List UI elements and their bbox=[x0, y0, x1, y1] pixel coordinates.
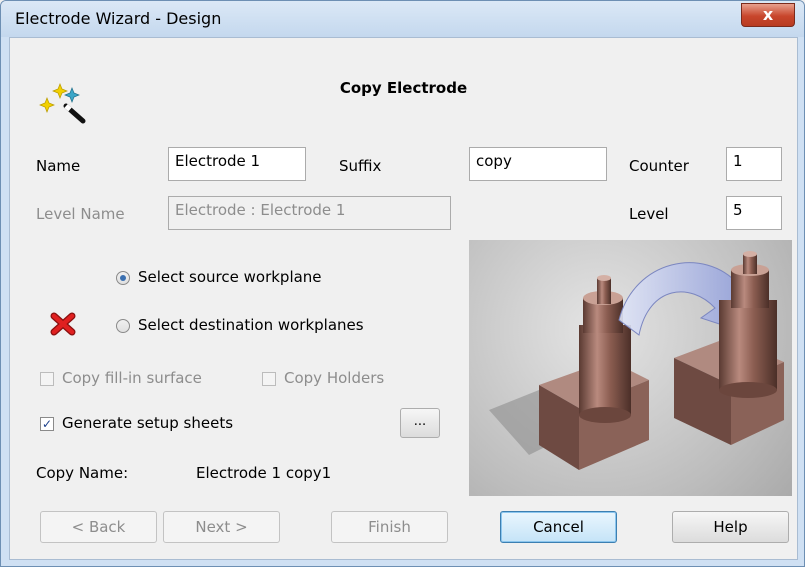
next-button[interactable]: Next > bbox=[163, 511, 280, 543]
destination-workplanes-label[interactable]: Select destination workplanes bbox=[138, 316, 364, 334]
generate-setup-sheets-label[interactable]: Generate setup sheets bbox=[62, 414, 233, 432]
level-field[interactable]: 5 bbox=[726, 196, 782, 230]
close-button[interactable]: x bbox=[741, 3, 795, 27]
copy-fill-in-surface-label: Copy fill-in surface bbox=[62, 369, 202, 387]
copy-name-label: Copy Name: bbox=[36, 464, 129, 482]
copy-holders-label: Copy Holders bbox=[284, 369, 385, 387]
copy-holders-checkbox[interactable] bbox=[262, 372, 276, 386]
help-button[interactable]: Help bbox=[672, 511, 789, 543]
suffix-field[interactable]: copy bbox=[469, 147, 607, 181]
page-title: Copy Electrode bbox=[339, 79, 468, 97]
generate-setup-sheets-checkbox[interactable]: ✓ bbox=[40, 417, 54, 431]
source-workplane-radio[interactable] bbox=[116, 271, 130, 285]
dialog-body: Copy Electrode Name Electrode 1 Suffix c… bbox=[9, 37, 798, 560]
finish-button[interactable]: Finish bbox=[331, 511, 448, 543]
title-bar[interactable]: Electrode Wizard - Design x bbox=[1, 1, 804, 37]
electrode-preview-image bbox=[469, 240, 792, 496]
counter-label: Counter bbox=[629, 157, 689, 175]
copy-fill-in-surface-checkbox[interactable] bbox=[40, 372, 54, 386]
level-label: Level bbox=[629, 205, 669, 223]
level-name-label: Level Name bbox=[36, 205, 125, 223]
suffix-label: Suffix bbox=[339, 157, 382, 175]
counter-field[interactable]: 1 bbox=[726, 147, 782, 181]
copy-name-value: Electrode 1 copy1 bbox=[196, 464, 332, 482]
back-button[interactable]: < Back bbox=[40, 511, 157, 543]
source-workplane-label[interactable]: Select source workplane bbox=[138, 268, 322, 286]
destination-workplanes-radio[interactable] bbox=[116, 319, 130, 333]
name-label: Name bbox=[36, 157, 81, 175]
error-x-icon bbox=[50, 312, 76, 336]
window-title: Electrode Wizard - Design bbox=[15, 9, 222, 28]
dialog-window: Electrode Wizard - Design x Copy Electro… bbox=[0, 0, 805, 567]
cancel-button[interactable]: Cancel bbox=[500, 511, 617, 543]
name-field[interactable]: Electrode 1 bbox=[168, 147, 306, 181]
level-name-field: Electrode : Electrode 1 bbox=[168, 196, 451, 230]
setup-sheets-browse-button[interactable]: ... bbox=[400, 408, 440, 438]
